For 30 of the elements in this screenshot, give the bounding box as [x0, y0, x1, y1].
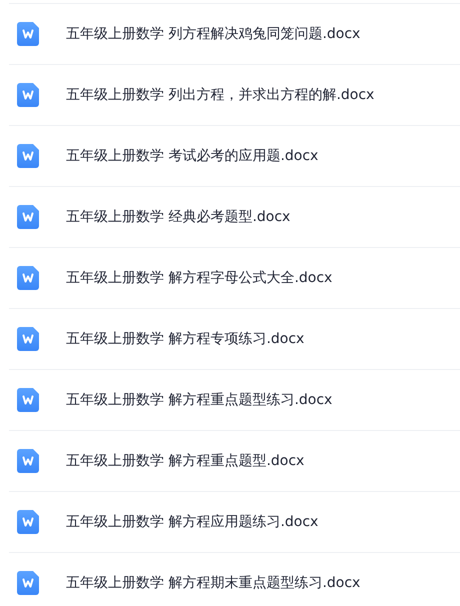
file-name: 五年级上册数学 经典必考题型.docx [66, 208, 290, 226]
document-icon [17, 449, 39, 473]
file-row[interactable]: 五年级上册数学 列出方程，并求出方程的解.docx [9, 64, 460, 125]
document-icon [17, 83, 39, 107]
file-row[interactable]: 五年级上册数学 解方程应用题练习.docx [9, 491, 460, 552]
file-name: 五年级上册数学 解方程应用题练习.docx [66, 512, 318, 532]
document-icon [17, 571, 39, 595]
file-row[interactable]: 五年级上册数学 解方程专项练习.docx [9, 308, 460, 369]
file-name: 五年级上册数学 考试必考的应用题.docx [66, 146, 318, 166]
document-icon [17, 327, 39, 351]
document-icon [17, 388, 39, 412]
file-row[interactable]: 五年级上册数学 解方程期末重点题型练习.docx [9, 552, 460, 606]
file-name: 五年级上册数学 解方程字母公式大全.docx [66, 268, 332, 288]
file-row[interactable]: 五年级上册数学 考试必考的应用题.docx [9, 125, 460, 186]
file-row[interactable]: 五年级上册数学 经典必考题型.docx [9, 186, 460, 247]
file-name: 五年级上册数学 解方程专项练习.docx [66, 330, 304, 348]
document-icon [17, 144, 39, 168]
file-name: 五年级上册数学 解方程期末重点题型练习.docx [66, 574, 360, 592]
file-row[interactable]: 五年级上册数学 解方程字母公式大全.docx [9, 247, 460, 308]
file-row[interactable]: 五年级上册数学 解方程重点题型练习.docx [9, 369, 460, 430]
file-name: 五年级上册数学 解方程重点题型.docx [66, 452, 304, 470]
file-name: 五年级上册数学 列方程解决鸡兔同笼问题.docx [66, 24, 360, 44]
document-icon [17, 22, 39, 46]
file-row[interactable]: 五年级上册数学 解方程重点题型.docx [9, 430, 460, 491]
file-row[interactable]: 五年级上册数学 列方程解决鸡兔同笼问题.docx [9, 3, 460, 64]
file-name: 五年级上册数学 解方程重点题型练习.docx [66, 390, 332, 410]
document-icon [17, 266, 39, 290]
file-name: 五年级上册数学 列出方程，并求出方程的解.docx [66, 86, 374, 104]
document-icon [17, 205, 39, 229]
document-icon [17, 510, 39, 534]
